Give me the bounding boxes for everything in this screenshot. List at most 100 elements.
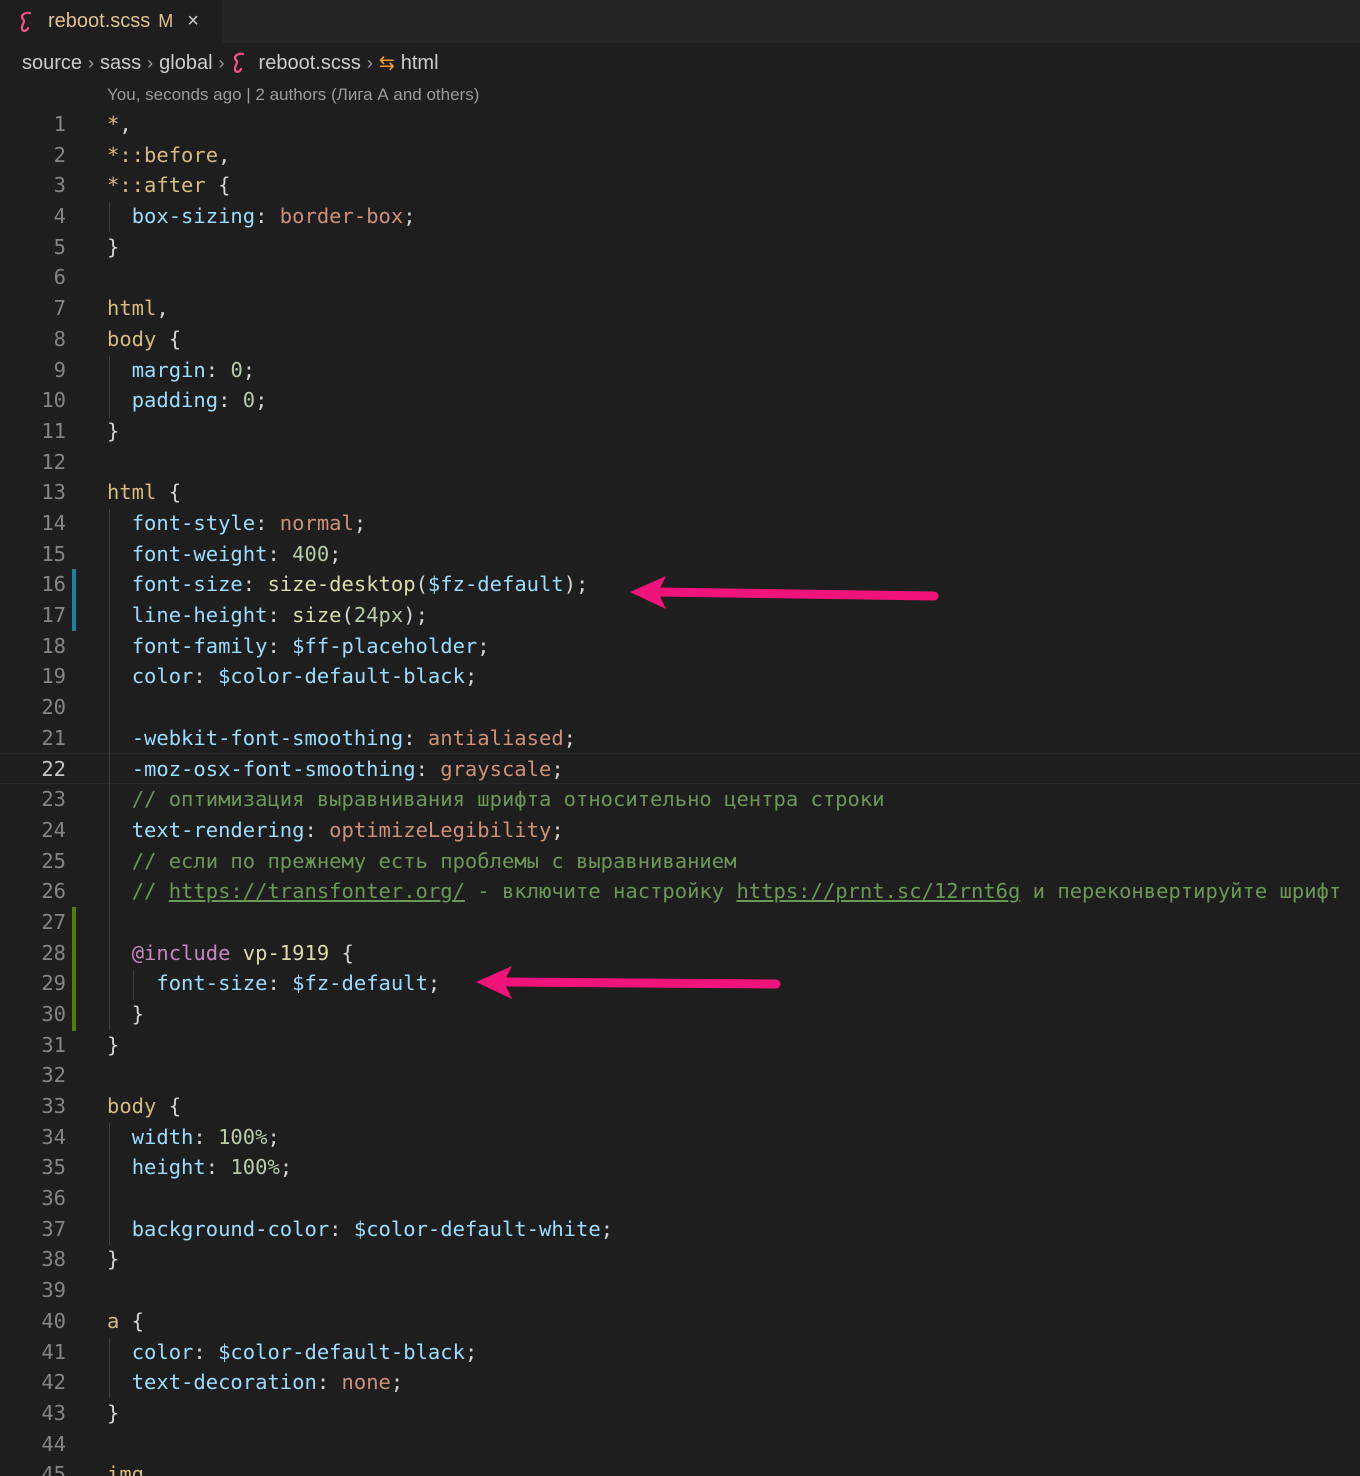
code-text: font-style: normal; [107,508,367,539]
breadcrumb-item-sass[interactable]: sass [100,52,141,75]
code-line[interactable]: 22 -moz-osx-font-smoothing: grayscale; [0,753,1360,785]
code-link[interactable]: https://prnt.sc/12rnt6g [736,879,1020,903]
code-token: 0 [230,357,243,382]
code-editor[interactable]: 1 *, 2 *::before, 3 *::after {4 box-sizing: b… [0,109,1360,1476]
code-line[interactable]: 20 [0,692,1360,723]
code-line[interactable]: 9 margin: 0; [0,355,1360,386]
code-token: html [107,296,157,321]
code-token: font-family [131,633,268,658]
code-token: -webkit-font-smoothing [131,725,404,750]
line-number: 37 [41,1216,66,1241]
code-line[interactable]: 40 a { [0,1306,1360,1337]
code-line[interactable]: 41 color: $color-default-black; [0,1337,1360,1368]
code-line[interactable]: 10 padding: 0; [0,385,1360,416]
code-token: 100% [230,1155,280,1180]
code-line[interactable]: 15 font-weight: 400; [0,539,1360,570]
code-line[interactable]: 1 *, [0,109,1360,140]
code-token: , [156,296,169,321]
code-text: line-height: size(24px); [107,600,428,631]
code-line[interactable]: 2 *::before, [0,140,1360,171]
line-number: 29 [41,971,66,996]
code-line[interactable]: 43} [0,1398,1360,1429]
code-line[interactable]: 26 // https://transfonter.org/ - включит… [0,876,1360,907]
line-number: 3 [53,173,66,198]
code-line[interactable]: 4 box-sizing: border-box; [0,201,1360,232]
code-line[interactable]: 23 // оптимизация выравнивания шрифта от… [0,784,1360,815]
modified-indicator: M [158,11,174,31]
code-token: } [107,234,120,259]
code-line[interactable]: 14 font-style: normal; [0,508,1360,539]
code-token: : [329,1216,354,1241]
line-number: 31 [41,1032,66,1057]
code-line[interactable]: 42 text-decoration: none; [0,1367,1360,1398]
code-line[interactable]: 44 [0,1429,1360,1460]
code-token: : [304,817,330,842]
code-token: font-style [131,510,256,535]
code-token: ; [464,1339,478,1364]
code-line[interactable]: 11} [0,416,1360,447]
code-token: background-color [131,1216,330,1241]
code-token: ); [403,603,428,627]
code-line[interactable]: 39 [0,1275,1360,1306]
code-token: -moz-osx-font-smoothing [131,757,416,782]
code-token: { [156,326,182,351]
code-line[interactable]: 7 html, [0,293,1360,324]
code-line[interactable]: 37 background-color: $color-default-whit… [0,1214,1360,1245]
breadcrumb-item-file[interactable]: reboot.scss [259,52,361,75]
code-line[interactable]: 35 height: 100%; [0,1152,1360,1183]
git-blame-codelens[interactable]: You, seconds ago | 2 authors (Лига А and… [107,85,479,105]
code-line[interactable]: 19 color: $color-default-black; [0,661,1360,692]
code-line[interactable]: 31} [0,1030,1360,1061]
code-link[interactable]: https://transfonter.org/ [169,879,465,903]
line-number: 6 [53,265,66,290]
code-line[interactable]: 34 width: 100%; [0,1122,1360,1153]
code-line[interactable]: 25 // если по прежнему есть проблемы с в… [0,846,1360,877]
code-line[interactable]: 5} [0,232,1360,263]
code-line[interactable]: 45 img [0,1459,1360,1476]
code-text: -moz-osx-font-smoothing: grayscale; [107,754,564,785]
close-icon[interactable]: × [187,10,199,33]
code-line[interactable]: 38} [0,1244,1360,1275]
code-text: box-sizing: border-box; [107,201,416,232]
code-text: color: $color-default-black; [107,661,478,692]
code-token: : [193,1124,219,1149]
line-number: 41 [41,1339,66,1364]
code-token: text-rendering [131,817,305,842]
code-text: } [107,232,119,263]
code-token: ; [563,725,577,750]
code-token: : [193,664,219,689]
code-line[interactable]: 18 font-family: $ff-placeholder; [0,631,1360,662]
code-token: vp-1919 [242,940,330,965]
code-line[interactable]: 8 body { [0,324,1360,355]
code-line[interactable]: 33 body { [0,1091,1360,1122]
code-token: , [218,142,231,167]
code-line[interactable]: 32 [0,1060,1360,1091]
code-text: *, [107,109,132,140]
code-line[interactable]: 13 html { [0,477,1360,508]
code-line[interactable]: 6 [0,262,1360,293]
code-line[interactable]: 21 -webkit-font-smoothing: antialiased; [0,723,1360,754]
code-line[interactable]: 36 [0,1183,1360,1214]
breadcrumb-item-global[interactable]: global [159,52,212,75]
code-line[interactable]: 12 [0,447,1360,478]
code-token: ; [242,357,256,382]
code-token: и переконвертируйте шрифт [1020,879,1342,904]
code-text: } [107,416,119,447]
chevron-right-icon: › [218,52,225,73]
line-number: 30 [41,1001,66,1026]
code-line[interactable]: 30 } [0,999,1360,1030]
code-line[interactable]: 24 text-rendering: optimizeLegibility; [0,815,1360,846]
code-line[interactable]: 3 *::after { [0,170,1360,201]
code-token: @include [131,940,231,965]
breadcrumb-item-symbol[interactable]: html [401,52,439,75]
modified-lines-marker [72,569,76,631]
breadcrumb-item-source[interactable]: source [22,52,82,75]
code-token: body [107,1094,157,1118]
tab-reboot-scss[interactable]: reboot.scss M × [0,0,222,43]
code-token: grayscale [440,757,552,782]
code-line[interactable]: 27 [0,907,1360,938]
code-token: : [242,572,268,597]
